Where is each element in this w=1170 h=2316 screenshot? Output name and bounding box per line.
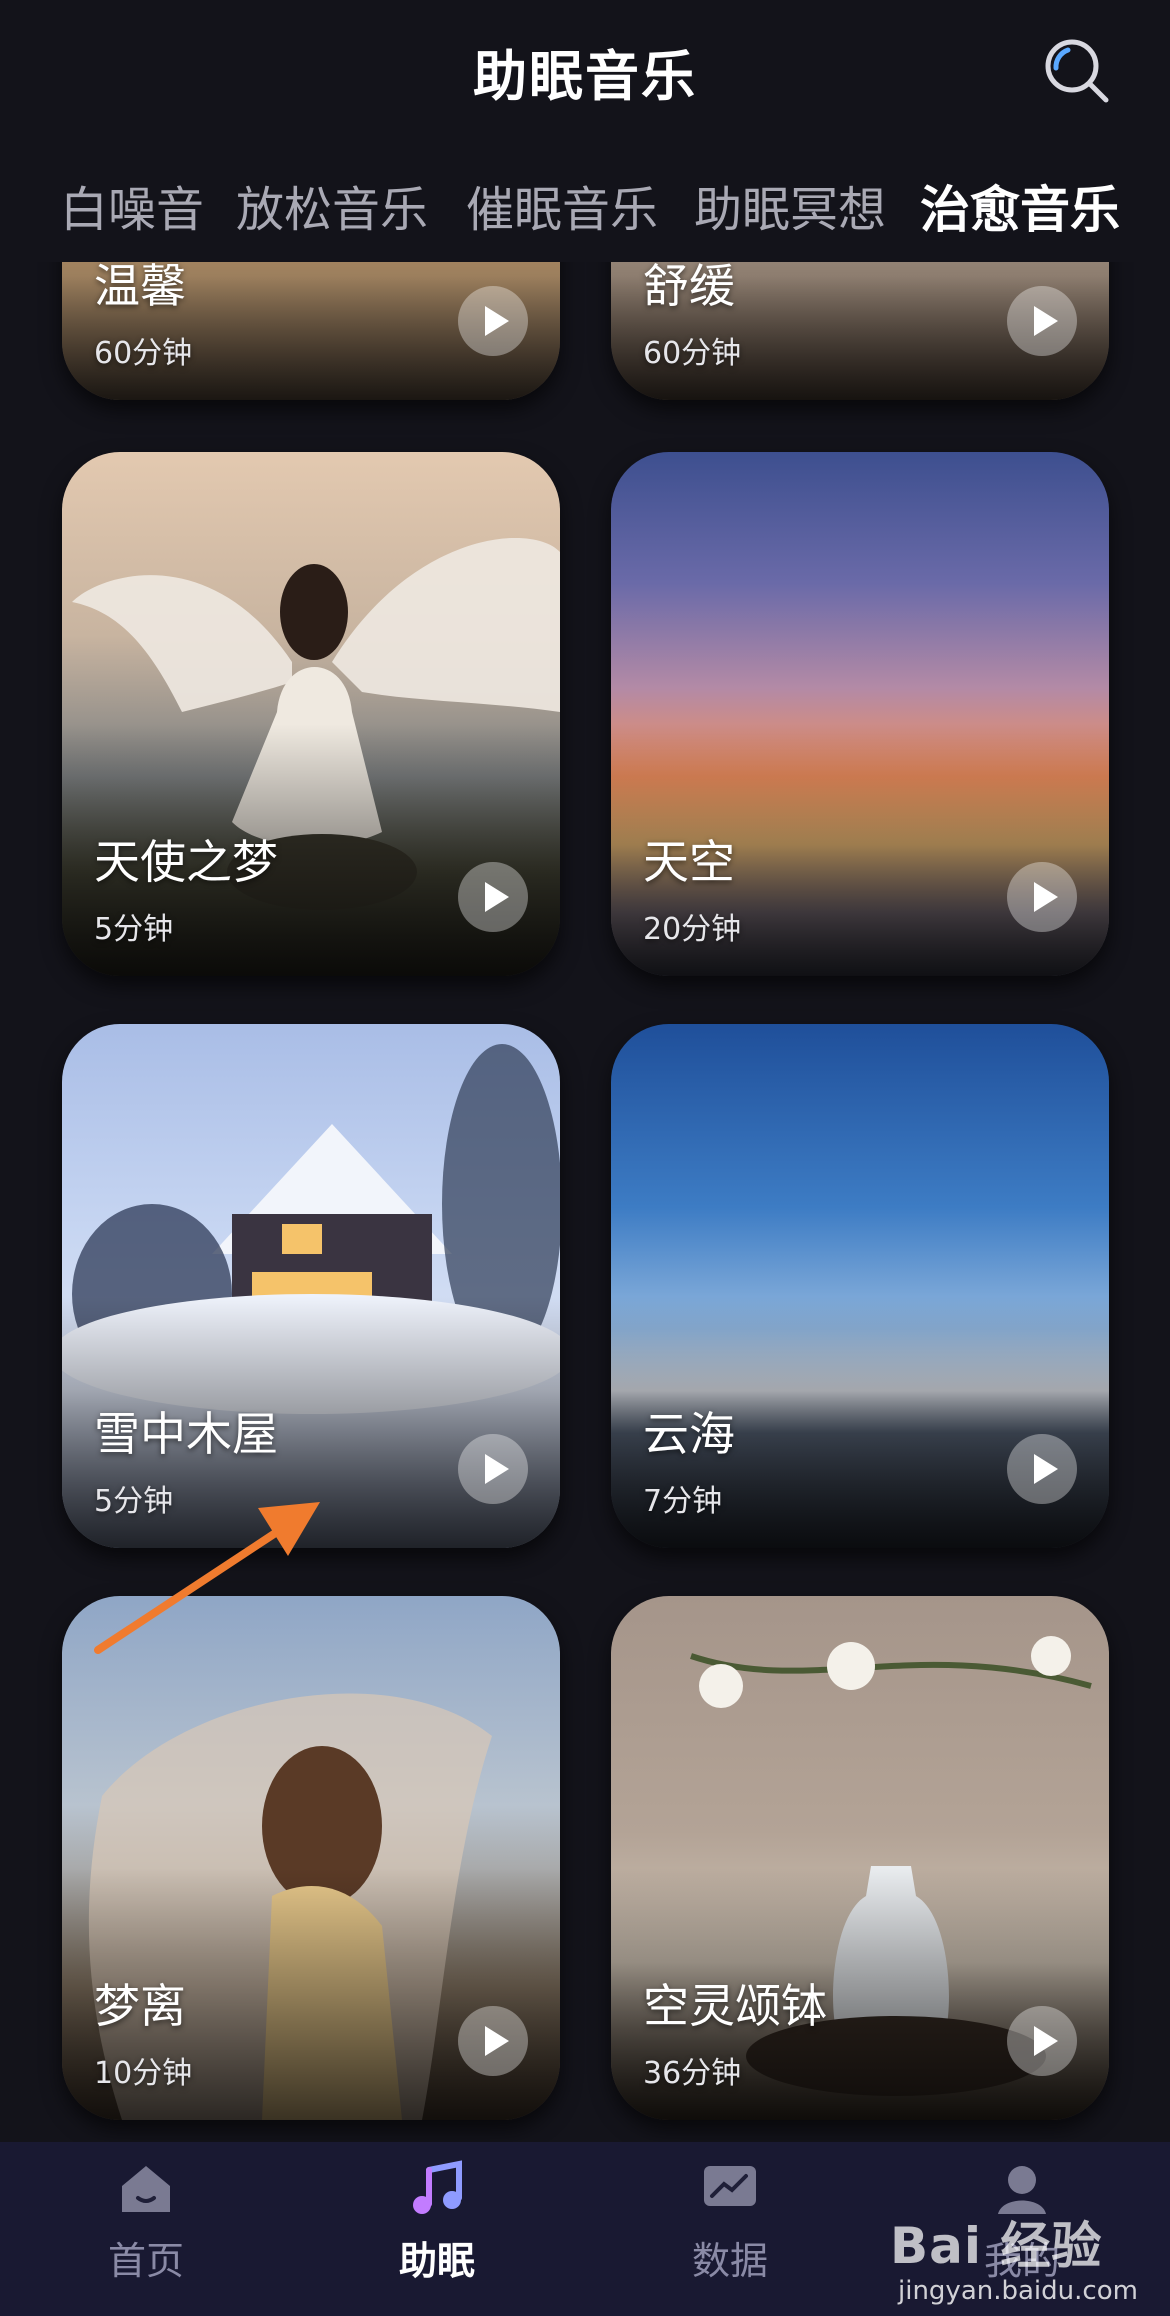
tab-healing-music[interactable]: 治愈音乐 (920, 170, 1120, 242)
card-duration: 36分钟 (643, 2056, 742, 2091)
play-icon[interactable] (458, 286, 528, 356)
play-icon[interactable] (1007, 2006, 1077, 2076)
home-icon (122, 2166, 170, 2212)
search-icon[interactable] (1040, 34, 1112, 106)
card-duration: 5分钟 (94, 1484, 174, 1519)
baidu-watermark: Bai 经验 jingyan.baidu.com (890, 2196, 1170, 2316)
play-icon[interactable] (1007, 1434, 1077, 1504)
card-title: 梦离 (94, 1979, 186, 2033)
music-card[interactable]: 温馨 60分钟 (62, 262, 560, 400)
card-title: 天空 (643, 835, 735, 889)
nav-item-data[interactable]: 数据 (630, 2158, 830, 2285)
card-grid: 温馨 60分钟 舒缓 60分钟 天使之梦 5分钟 天空 20分钟 雪中木屋 5分… (0, 262, 1170, 2142)
music-card[interactable]: 天使之梦 5分钟 (62, 452, 560, 976)
nav-label: 首页 (107, 2239, 184, 2283)
card-duration: 10分钟 (94, 2056, 193, 2091)
tab-white-noise[interactable]: 白噪音 (60, 170, 204, 240)
card-title: 雪中木屋 (94, 1407, 278, 1461)
music-card[interactable]: 雪中木屋 5分钟 (62, 1024, 560, 1548)
watermark-brand: Bai 经验 (890, 2217, 1103, 2275)
watermark-url: jingyan.baidu.com (898, 2276, 1138, 2306)
card-title: 云海 (643, 1407, 735, 1461)
music-card[interactable]: 空灵颂钵 36分钟 (611, 1596, 1109, 2120)
music-card[interactable]: 舒缓 60分钟 (611, 262, 1109, 400)
category-tabs: 白噪音 放松音乐 催眠音乐 助眠冥想 治愈音乐 (0, 160, 1170, 240)
play-icon[interactable] (1007, 862, 1077, 932)
card-title: 温馨 (94, 262, 186, 313)
music-note-icon (413, 2160, 462, 2214)
nav-label: 数据 (691, 2239, 768, 2283)
card-title: 空灵颂钵 (643, 1979, 827, 2033)
card-duration: 20分钟 (643, 912, 742, 947)
nav-item-home[interactable]: 首页 (46, 2158, 246, 2285)
play-icon[interactable] (458, 862, 528, 932)
card-duration: 7分钟 (643, 1484, 723, 1519)
card-duration: 60分钟 (94, 336, 193, 371)
play-icon[interactable] (458, 1434, 528, 1504)
tab-hypnosis-music[interactable]: 催眠音乐 (466, 170, 658, 240)
card-duration: 60分钟 (643, 336, 742, 371)
chart-icon (704, 2166, 756, 2206)
play-icon[interactable] (458, 2006, 528, 2076)
play-icon[interactable] (1007, 286, 1077, 356)
tab-relax-music[interactable]: 放松音乐 (236, 170, 428, 240)
music-card[interactable]: 云海 7分钟 (611, 1024, 1109, 1548)
page-title: 助眠音乐 (473, 45, 697, 108)
card-title: 天使之梦 (94, 835, 278, 889)
music-card[interactable]: 天空 20分钟 (611, 452, 1109, 976)
card-title: 舒缓 (643, 262, 735, 313)
header: 助眠音乐 (0, 0, 1170, 140)
nav-item-sleep[interactable]: 助眠 (337, 2158, 537, 2285)
card-duration: 5分钟 (94, 912, 174, 947)
music-card[interactable]: 梦离 10分钟 (62, 1596, 560, 2120)
tab-sleep-meditation[interactable]: 助眠冥想 (694, 170, 886, 240)
nav-label: 助眠 (398, 2239, 475, 2283)
